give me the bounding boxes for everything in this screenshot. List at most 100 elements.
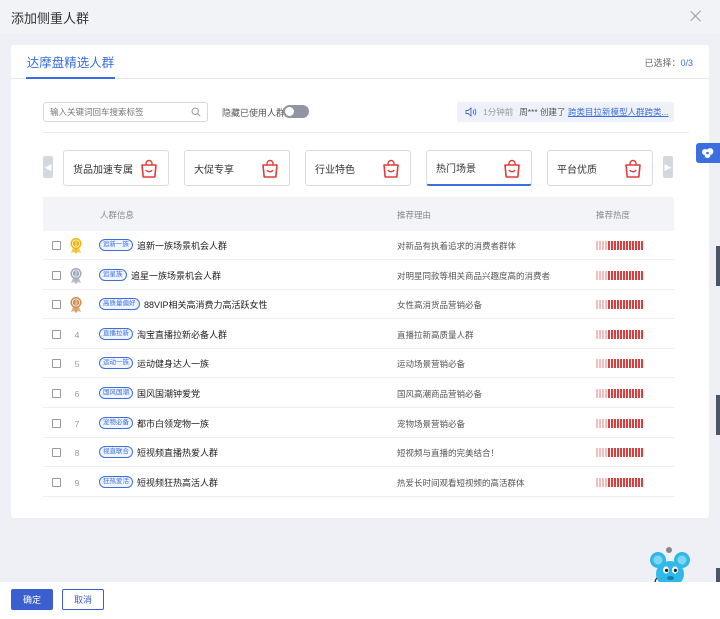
heat-segment (608, 270, 610, 280)
heat-segment (632, 477, 634, 487)
heat-segment (608, 329, 610, 339)
notice-link[interactable]: 跨类目拉新模型人群跨类... (568, 106, 669, 118)
heat-bar (596, 329, 643, 339)
heat-segment (614, 329, 616, 339)
audience-tag: 追新一族 (99, 239, 133, 251)
table-row: 4 直播拉新 淘宝直播拉新必备人群 直播拉新高质量人群 (43, 320, 674, 349)
heat-segment (608, 241, 610, 250)
heat-segment (599, 448, 601, 458)
row-checkbox[interactable] (52, 329, 61, 339)
row-checkbox[interactable] (52, 448, 61, 458)
close-icon[interactable] (688, 8, 704, 24)
heat-segment (626, 448, 628, 458)
heat-segment (608, 418, 610, 428)
heat-segment (641, 359, 643, 369)
heat-segment (638, 389, 640, 398)
row-checkbox[interactable] (52, 300, 61, 310)
side-float-button[interactable] (696, 143, 720, 163)
audience-tag: 高质量偏好 (99, 298, 140, 311)
heat-segment (626, 300, 628, 310)
row-checkbox[interactable] (52, 359, 61, 369)
category-label: 货品加速专属 (73, 164, 133, 176)
heat-segment (629, 418, 631, 428)
heat-segment (602, 329, 604, 339)
heat-segment (623, 418, 625, 428)
heat-segment (632, 359, 634, 369)
cancel-button[interactable]: 取消 (62, 589, 104, 610)
heat-segment (623, 329, 625, 339)
heat-segment (596, 448, 598, 458)
recommend-reason: 宠物场景营销必备 (397, 418, 466, 429)
table-row: 6 国风国潮 国风国潮钟爱党 国风高潮商品营销必备 (43, 379, 674, 408)
heat-segment (635, 418, 637, 428)
heat-segment (629, 300, 631, 310)
heat-segment (635, 477, 637, 487)
heat-segment (632, 241, 634, 250)
category-next-button[interactable]: ▶ (663, 156, 673, 178)
heat-segment (608, 300, 610, 310)
heat-segment (611, 270, 613, 280)
shopping-bag-icon (139, 159, 159, 179)
heat-segment (635, 241, 637, 250)
row-checkbox[interactable] (52, 270, 61, 280)
category-card[interactable]: 货品加速专属 (63, 150, 169, 186)
modal-header: 添加侧重人群 (0, 0, 720, 34)
heat-bar (596, 359, 643, 369)
heat-segment (638, 270, 640, 280)
category-card[interactable]: 平台优质 (547, 150, 653, 186)
heat-segment (599, 389, 601, 398)
hide-used-toggle[interactable] (283, 105, 309, 118)
heat-segment (605, 241, 607, 250)
heat-segment (641, 418, 643, 428)
heat-segment (596, 329, 598, 339)
heat-segment (599, 241, 601, 250)
heat-segment (602, 300, 604, 310)
heat-segment (614, 270, 616, 280)
heat-segment (596, 359, 598, 369)
heat-segment (629, 448, 631, 458)
category-card[interactable]: 热门场景 (426, 150, 532, 186)
heat-segment (632, 389, 634, 398)
audience-name: 短视频狂热高活人群 (137, 477, 219, 488)
heat-bar (596, 241, 643, 250)
heat-segment (617, 359, 619, 369)
category-card[interactable]: 大促专享 (184, 150, 290, 186)
search-input[interactable] (44, 103, 184, 121)
header-info: 人群信息 (100, 210, 135, 220)
heat-bar (596, 389, 643, 398)
search-box (43, 102, 208, 122)
category-card[interactable]: 行业特色 (305, 150, 411, 186)
heat-bar (596, 418, 643, 428)
heat-segment (632, 329, 634, 339)
table-header: 人群信息 推荐理由 推荐热度 (43, 197, 674, 231)
heat-segment (620, 300, 622, 310)
search-icon[interactable] (191, 107, 201, 117)
heat-segment (611, 477, 613, 487)
tab-dmp-selected[interactable]: 达摩盘精选人群 (26, 45, 115, 79)
confirm-button[interactable]: 确定 (11, 589, 53, 610)
row-checkbox[interactable] (52, 477, 61, 487)
medal-rank: 3 (74, 301, 77, 307)
heat-segment (629, 329, 631, 339)
row-checkbox[interactable] (52, 241, 61, 250)
heat-segment (614, 418, 616, 428)
table-row: 3 高质量偏好 88VIP相关高消费力高活跃女性 女性高消货品营销必备 (43, 290, 674, 320)
recommend-reason: 国风高潮商品营销必备 (397, 389, 483, 399)
category-prev-button[interactable]: ◀ (43, 156, 53, 178)
selected-count-value: 0/3 (680, 58, 693, 68)
heat-segment (614, 359, 616, 369)
heat-segment (629, 477, 631, 487)
rank-number: 5 (74, 359, 80, 370)
heat-segment (599, 329, 601, 339)
medal-icon: 3 (70, 297, 82, 314)
medal-rank: 1 (74, 242, 77, 248)
row-checkbox[interactable] (52, 418, 61, 428)
heat-segment (629, 270, 631, 280)
row-checkbox[interactable] (52, 389, 61, 398)
table-row: 8 视直联合 短视频直播热爱人群 短视频与直播的完美结合！ (43, 438, 674, 468)
heat-segment (602, 477, 604, 487)
table-row: 1 追新一族 追新一族场景机会人群 对新品有执着追求的消费者群体 (43, 231, 674, 260)
heat-segment (620, 448, 622, 458)
category-label: 平台优质 (557, 164, 597, 176)
heat-segment (614, 477, 616, 487)
